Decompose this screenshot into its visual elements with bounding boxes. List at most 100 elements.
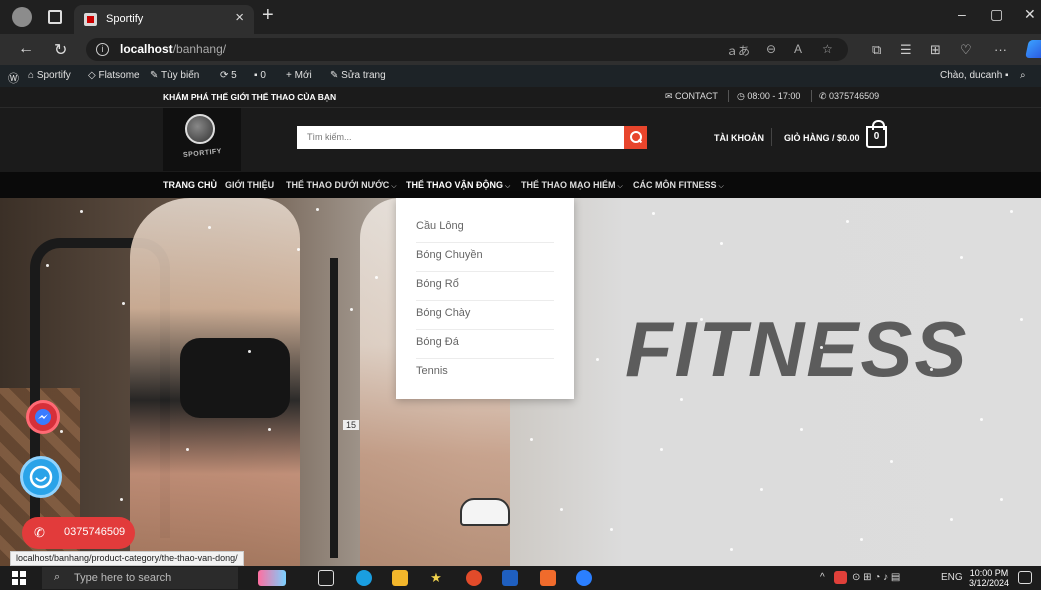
volleyball-icon [185, 114, 215, 144]
profile-avatar-icon[interactable] [12, 7, 32, 27]
nav-extreme-sports[interactable]: THỂ THAO MẠO HIỂM ⌵ [521, 180, 623, 191]
address-bar[interactable]: i localhost/banhang/ ａあ ⊖ A ☆ [86, 38, 848, 61]
maximize-button[interactable]: ▢ [990, 6, 1003, 23]
refresh-icon[interactable]: ↻ [54, 40, 67, 60]
chevron-down-icon: ⌵ [391, 183, 397, 190]
snow-speck [122, 302, 125, 305]
word-app-icon[interactable] [502, 570, 518, 586]
snow-speck [208, 226, 211, 229]
favorites-icon[interactable]: ☰ [900, 42, 912, 58]
windows-start-icon[interactable] [12, 571, 26, 585]
snow-speck [680, 398, 683, 401]
adminbar-edit-page[interactable]: ✎ Sửa trang [330, 70, 386, 81]
topbar-phone[interactable]: ✆ 0375746509 [819, 91, 879, 102]
wordpress-logo-icon[interactable]: Ⓦ [8, 70, 19, 86]
nav-motion-sports[interactable]: THỂ THAO VẬN ĐỘNG ⌵ [406, 180, 510, 191]
copilot-icon[interactable] [1025, 40, 1041, 58]
file-explorer-icon[interactable] [392, 570, 408, 586]
taskbar-search-placeholder: Type here to search [74, 572, 172, 584]
snow-speck [316, 208, 319, 211]
chevron-down-icon: ⌵ [617, 183, 623, 190]
dropdown-item-baseball[interactable]: Bóng Chày [416, 301, 554, 330]
site-info-icon[interactable]: i [96, 43, 109, 56]
hero-shorts [180, 338, 290, 418]
account-link[interactable]: TÀI KHOẢN [714, 133, 764, 143]
snow-speck [890, 460, 893, 463]
tab-close-button[interactable]: × [235, 9, 244, 26]
dropdown-item-volleyball[interactable]: Bóng Chuyền [416, 243, 554, 272]
adminbar-greeting[interactable]: Chào, ducanh ▪ [940, 70, 1009, 81]
dropdown-item-football[interactable]: Bóng Đá [416, 330, 554, 359]
tray-chevron-icon[interactable]: ^ [820, 572, 825, 583]
workspaces-icon[interactable] [48, 10, 62, 24]
browser-tab[interactable]: Sportify × [74, 5, 254, 34]
notifications-icon[interactable] [1018, 571, 1032, 584]
main-navigation: TRANG CHỦ GIỚI THIỆU THỂ THAO DƯỚI NƯỚC ⌵… [0, 172, 1041, 198]
nav-home[interactable]: TRANG CHỦ [163, 180, 217, 190]
nav-about[interactable]: GIỚI THIỆU [225, 180, 274, 190]
tray-status-icons[interactable]: ⊙ ⊞ ◔ ♪ ▤ [852, 572, 900, 583]
zoom-icon[interactable]: ⊖ [766, 42, 776, 56]
zalo-app-icon[interactable] [576, 570, 592, 586]
more-menu-icon[interactable]: ··· [994, 42, 1007, 57]
browser-essentials-icon[interactable]: ♡ [960, 42, 972, 58]
taskbar-search-input[interactable]: ⌕ Type here to search [42, 567, 238, 589]
chat-icon [29, 465, 53, 489]
cart-link[interactable]: GIỎ HÀNG / $0.00 [784, 133, 860, 143]
cart-icon[interactable]: 0 [866, 120, 887, 148]
xampp-app-icon[interactable] [540, 570, 556, 586]
read-aloud-icon[interactable]: ａあ [726, 42, 750, 59]
immersive-reader-icon[interactable]: A [794, 42, 802, 56]
snow-speck [800, 428, 803, 431]
snow-speck [846, 220, 849, 223]
dropdown-item-basketball[interactable]: Bóng Rổ [416, 272, 554, 301]
adminbar-site[interactable]: ⌂ Sportify [28, 70, 71, 81]
search-button[interactable] [624, 126, 647, 149]
adminbar-updates[interactable]: ⟳ 5 [220, 70, 237, 81]
flamingo-widget-icon[interactable] [258, 570, 286, 586]
dropdown-item-tennis[interactable]: Tennis [416, 359, 554, 388]
nav-water-sports[interactable]: THỂ THAO DƯỚI NƯỚC ⌵ [286, 180, 397, 191]
language-indicator[interactable]: ENG [941, 572, 963, 583]
contact-link[interactable]: ✉ CONTACT [665, 91, 718, 102]
search-input[interactable]: Tìm kiếm... [297, 126, 625, 149]
collections-icon[interactable]: ⊞ [930, 42, 941, 58]
url-text: localhost/banhang/ [120, 42, 227, 56]
adminbar-new[interactable]: + Mới [286, 70, 312, 81]
split-screen-icon[interactable]: ⧉ [872, 42, 881, 58]
search-icon: ⌕ [54, 571, 61, 583]
site-tagline: KHÁM PHÁ THẾ GIỚI THỂ THAO CỦA BẠN [163, 92, 337, 102]
chrome-browser-icon[interactable] [466, 570, 482, 586]
site-header: SPORTIFY Tìm kiếm... TÀI KHOẢN GIỎ HÀNG … [0, 108, 1041, 172]
snow-speck [760, 488, 763, 491]
snow-speck [248, 350, 251, 353]
tab-favicon-icon [84, 13, 97, 26]
snow-speck [700, 318, 703, 321]
wp-admin-bar: Ⓦ ⌂ Sportify ◇ Flatsome ✎ Tùy biến ⟳ 5 ▪… [0, 65, 1041, 87]
tray-app-icon[interactable] [834, 571, 847, 584]
task-view-icon[interactable] [318, 570, 334, 586]
star-app-icon[interactable]: ★ [428, 570, 444, 586]
favorite-star-icon[interactable]: ☆ [822, 42, 833, 56]
close-window-button[interactable]: ✕ [1024, 6, 1036, 23]
taskbar-clock[interactable]: 10:00 PM 3/12/2024 [969, 568, 1009, 588]
edge-browser-icon[interactable] [356, 570, 372, 586]
windows-taskbar: ⌕ Type here to search ★ ^ ⊙ ⊞ ◔ ♪ ▤ ENG … [0, 566, 1041, 590]
snow-speck [186, 448, 189, 451]
back-icon[interactable]: ← [18, 40, 34, 58]
call-float-button[interactable]: ✆ 0375746509 [22, 517, 135, 549]
adminbar-search-icon[interactable]: ⌕ [1020, 70, 1026, 81]
nav-fitness[interactable]: CÁC MÔN FITNESS ⌵ [633, 180, 724, 191]
minimize-button[interactable]: – [958, 6, 966, 22]
adminbar-theme[interactable]: ◇ Flatsome [88, 70, 140, 81]
site-logo[interactable]: SPORTIFY [163, 108, 241, 171]
snow-speck [46, 264, 49, 267]
new-tab-button[interactable]: + [262, 4, 274, 27]
adminbar-comments[interactable]: ▪ 0 [254, 70, 266, 81]
dropdown-item-badminton[interactable]: Cầu Lông [416, 214, 554, 243]
messenger-float-button[interactable] [26, 400, 60, 434]
adminbar-customize[interactable]: ✎ Tùy biến [150, 70, 199, 81]
hero-sign: 15 [343, 420, 360, 430]
logo-text: SPORTIFY [182, 147, 223, 160]
chat-float-button[interactable] [20, 456, 62, 498]
